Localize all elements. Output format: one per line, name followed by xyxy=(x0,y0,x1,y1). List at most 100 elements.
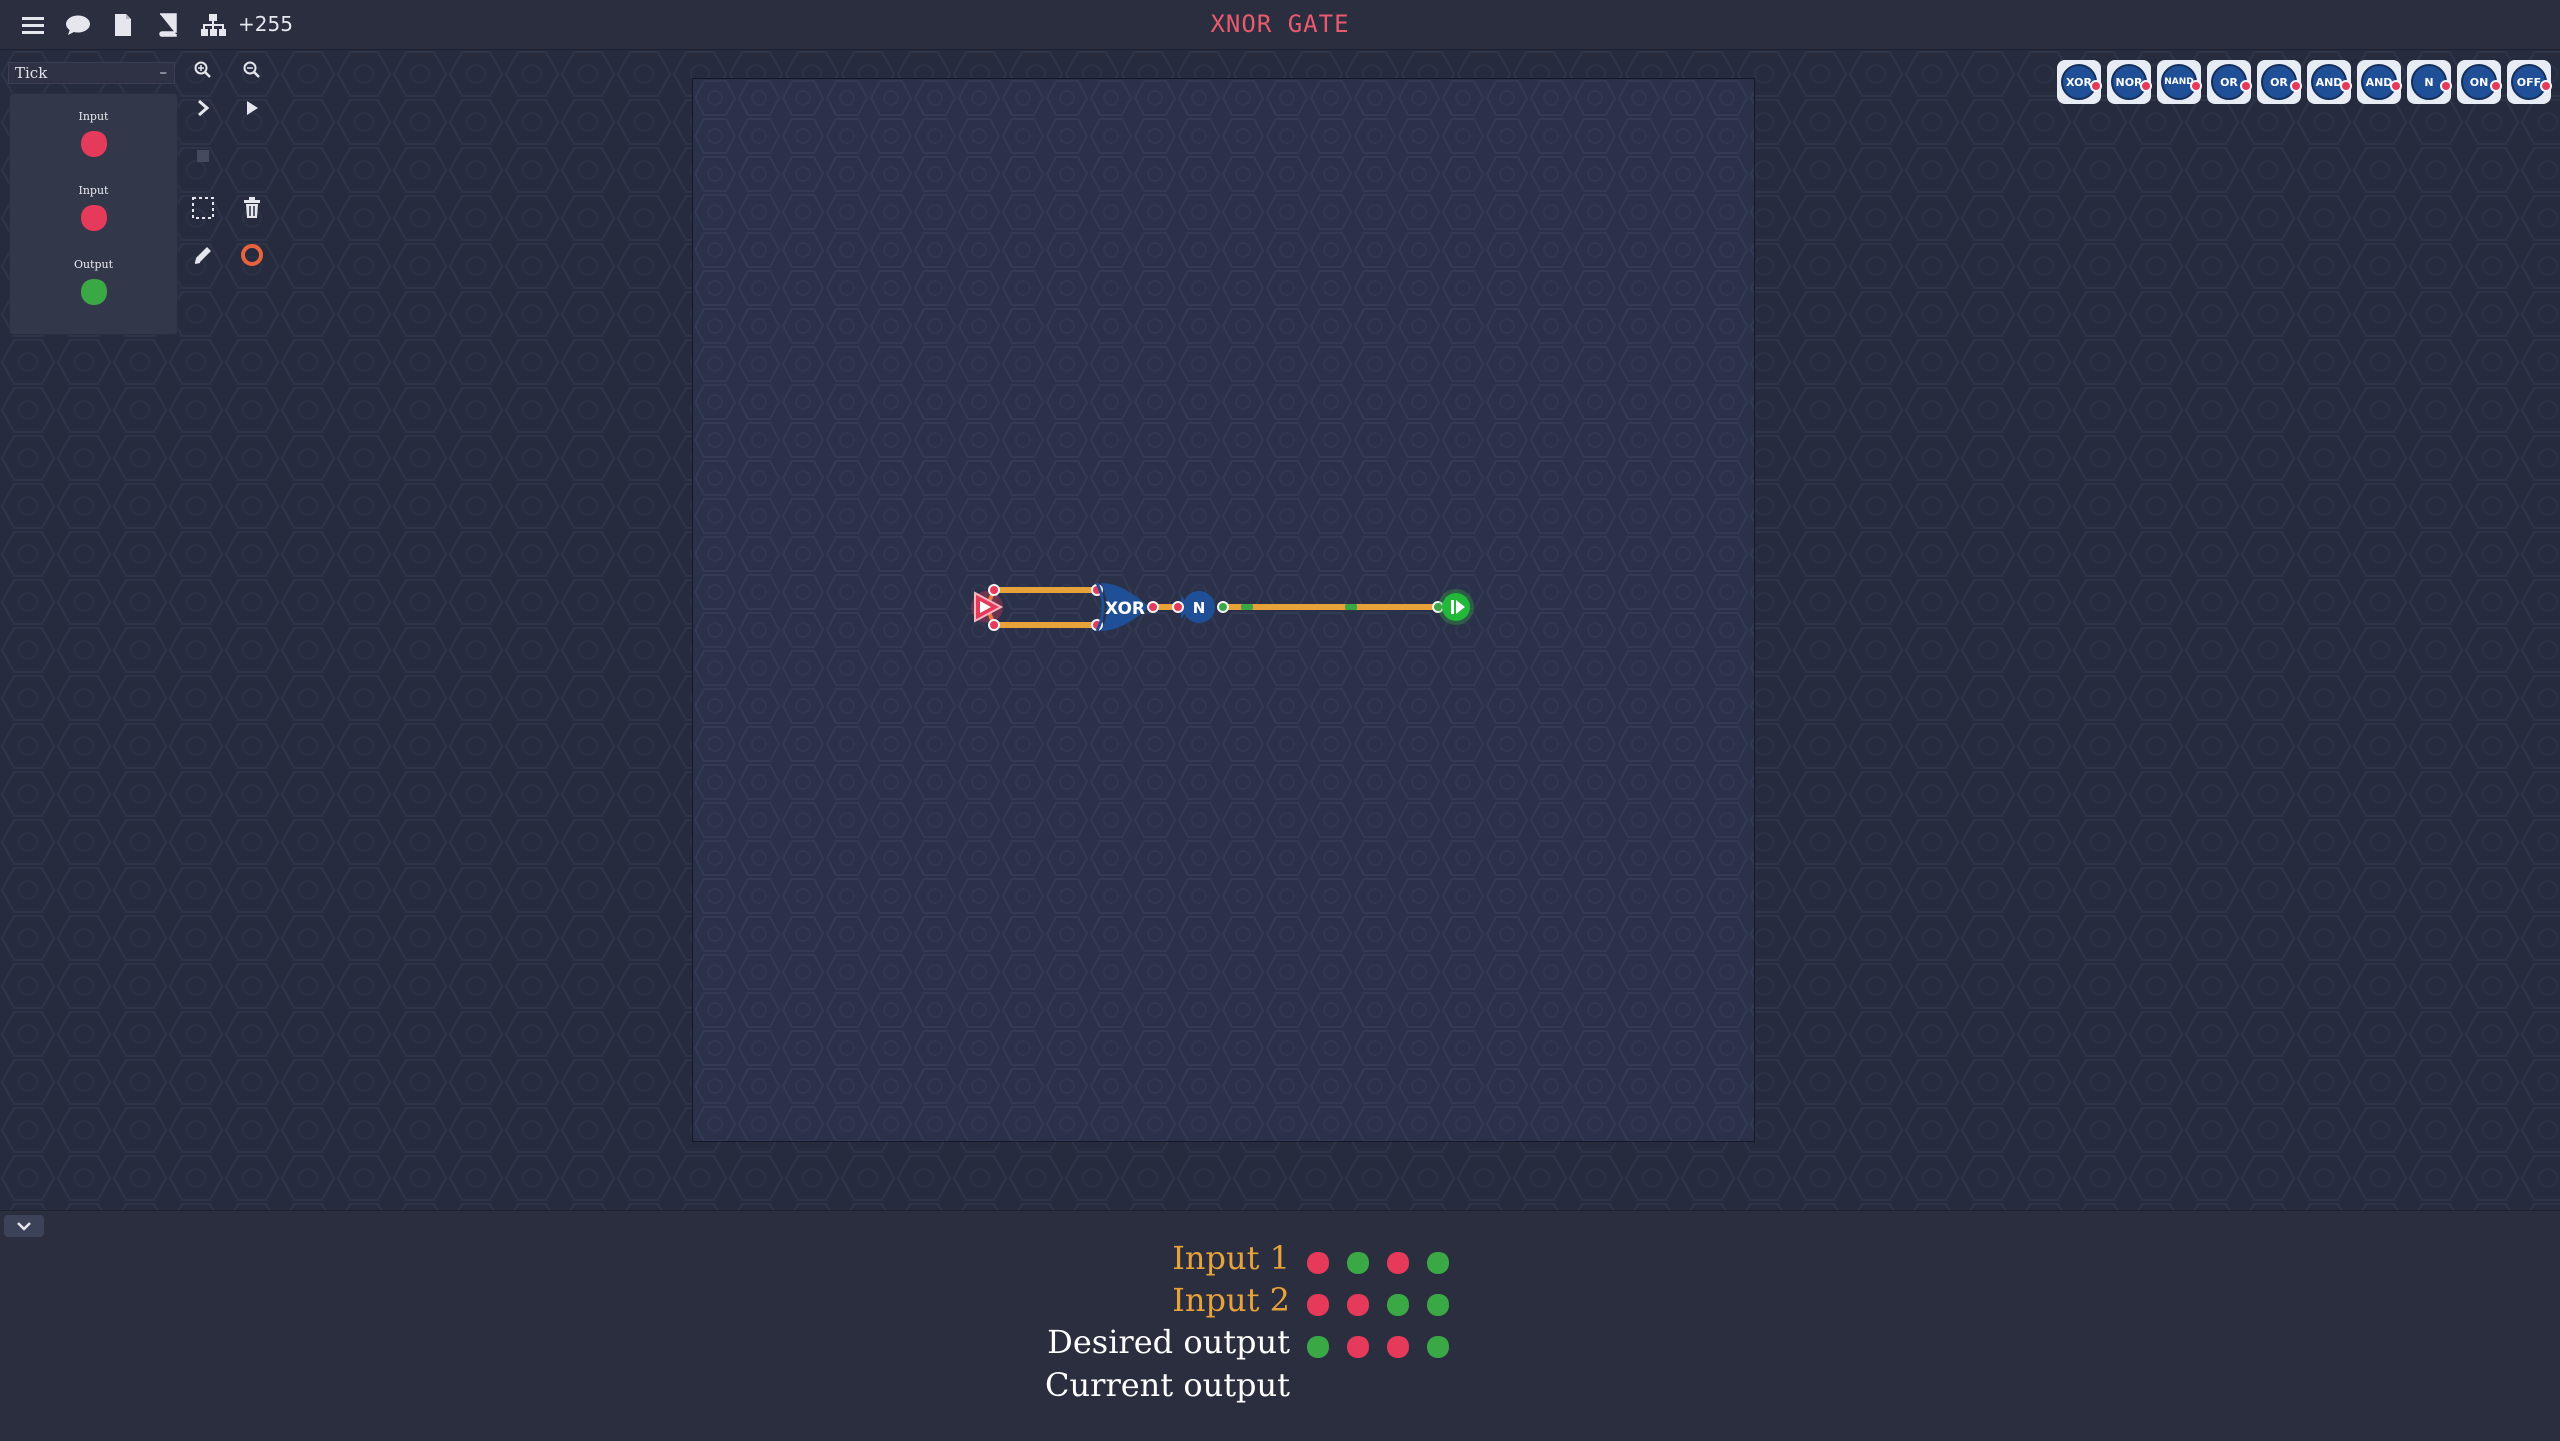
tick-select-collapse[interactable]: – xyxy=(160,63,168,81)
palette-label: N xyxy=(2424,75,2434,89)
palette-item-nor[interactable]: NOR xyxy=(2107,60,2152,104)
on-gate-icon: ON xyxy=(2461,64,2502,100)
play-button[interactable] xyxy=(234,90,270,126)
trash-icon xyxy=(244,197,260,218)
collapse-button[interactable] xyxy=(4,1215,44,1237)
truth-table-panel: Input 1 Input 2 Desired output Current o… xyxy=(0,1210,2560,1441)
state-off-icon xyxy=(1347,1336,1369,1358)
input-off-icon xyxy=(80,131,107,157)
xor-gate-icon: XOR xyxy=(2061,64,2102,100)
io-item-input-1[interactable]: Input xyxy=(10,110,177,159)
port[interactable] xyxy=(1217,601,1229,613)
chat-icon[interactable] xyxy=(63,10,93,40)
tick-select-value: Tick xyxy=(15,64,48,82)
palette-label: AND xyxy=(2315,75,2343,89)
truth-row-label-input-1: Input 1 xyxy=(1172,1239,1290,1277)
palette-item-xor[interactable]: XOR xyxy=(2057,60,2102,104)
state-off-icon xyxy=(1387,1252,1409,1274)
xor-gate[interactable]: XOR xyxy=(1095,582,1149,632)
state-on-icon xyxy=(1387,1294,1409,1316)
ring-icon xyxy=(241,244,263,266)
state-on-icon xyxy=(1307,1336,1329,1358)
port[interactable] xyxy=(988,619,1000,631)
not-gate[interactable]: N xyxy=(1181,591,1215,623)
palette-item-or-2[interactable]: OR xyxy=(2257,60,2302,104)
state-on-icon xyxy=(1427,1294,1449,1316)
port[interactable] xyxy=(988,584,1000,596)
palette-label: OFF xyxy=(2516,75,2542,89)
not-gate-icon: N xyxy=(2411,64,2452,100)
palette-label: XOR xyxy=(2066,75,2092,89)
zoom-out-button[interactable] xyxy=(234,52,270,88)
or-gate-icon: OR xyxy=(2261,64,2302,100)
palette-label: OR xyxy=(2220,75,2238,89)
palette-item-or[interactable]: OR xyxy=(2207,60,2252,104)
input-gate[interactable] xyxy=(971,591,1004,623)
palette-label: AND xyxy=(2365,75,2393,89)
state-on-icon xyxy=(1347,1252,1369,1274)
ring-button[interactable] xyxy=(234,237,270,273)
not-gate-label: N xyxy=(1193,599,1206,617)
truth-row-label-current-output: Current output xyxy=(1045,1366,1290,1404)
and-gate-icon: AND xyxy=(2311,64,2352,100)
output-on-icon xyxy=(80,279,107,305)
menu-icon[interactable] xyxy=(18,10,48,40)
io-panel: Input Input Output xyxy=(10,94,177,334)
state-on-icon xyxy=(1427,1336,1449,1358)
state-off-icon xyxy=(1307,1252,1329,1274)
selection-icon xyxy=(192,197,214,219)
output-gate[interactable] xyxy=(1438,589,1474,625)
stop-icon xyxy=(197,150,209,162)
zoom-in-icon xyxy=(194,61,211,78)
hierarchy-icon[interactable] xyxy=(198,10,228,40)
zoom-in-button[interactable] xyxy=(185,52,221,88)
chevron-down-icon xyxy=(17,1222,31,1231)
truth-row-label-desired-output: Desired output xyxy=(1047,1323,1290,1361)
port[interactable] xyxy=(1147,601,1159,613)
palette-label: OR xyxy=(2270,75,2288,89)
io-item-output[interactable]: Output xyxy=(10,258,177,307)
pencil-button[interactable] xyxy=(185,237,221,273)
circuit-board[interactable]: XOR N xyxy=(692,78,1755,1142)
signal-pulse xyxy=(1241,604,1253,610)
play-icon xyxy=(247,101,258,115)
book-icon[interactable] xyxy=(153,10,183,40)
state-off-icon xyxy=(1387,1336,1409,1358)
state-off-icon xyxy=(1347,1294,1369,1316)
input-off-icon xyxy=(80,205,107,231)
state-off-icon xyxy=(1307,1294,1329,1316)
or-gate-icon: OR xyxy=(2211,64,2252,100)
zoom-out-icon xyxy=(243,61,260,78)
palette-label: NOR xyxy=(2115,75,2143,89)
circuit: XOR N xyxy=(971,582,1474,632)
io-item-label: Input xyxy=(78,110,109,123)
delete-button[interactable] xyxy=(234,190,270,226)
io-item-input-2[interactable]: Input xyxy=(10,184,177,233)
io-item-label: Output xyxy=(73,258,114,271)
palette-label: ON xyxy=(2469,75,2489,89)
page-title: XNOR GATE xyxy=(1210,10,1350,38)
palette-item-nand[interactable]: NAND xyxy=(2157,60,2202,104)
truth-row-label-input-2: Input 2 xyxy=(1172,1281,1290,1319)
port[interactable] xyxy=(1172,601,1184,613)
state-on-icon xyxy=(1427,1252,1449,1274)
stop-button[interactable] xyxy=(185,138,221,174)
and-gate-icon: AND xyxy=(2361,64,2402,100)
tick-select[interactable]: Tick – xyxy=(8,62,175,84)
pencil-icon xyxy=(194,247,211,264)
signal-pulse xyxy=(1345,604,1357,610)
score-count: +255 xyxy=(238,12,293,36)
palette-item-and-2[interactable]: AND xyxy=(2357,60,2402,104)
select-button[interactable] xyxy=(185,190,221,226)
off-gate-icon: OFF xyxy=(2511,64,2552,100)
nor-gate-icon: NOR xyxy=(2111,64,2152,100)
step-button[interactable] xyxy=(185,90,221,126)
palette-item-not[interactable]: N xyxy=(2407,60,2452,104)
io-item-label: Input xyxy=(78,184,109,197)
file-icon[interactable] xyxy=(108,10,138,40)
palette-item-and[interactable]: AND xyxy=(2307,60,2352,104)
nand-gate-icon: NAND xyxy=(2161,64,2202,100)
xor-gate-label: XOR xyxy=(1105,599,1145,619)
palette-item-on[interactable]: ON xyxy=(2457,60,2502,104)
palette-item-off[interactable]: OFF xyxy=(2507,60,2552,104)
